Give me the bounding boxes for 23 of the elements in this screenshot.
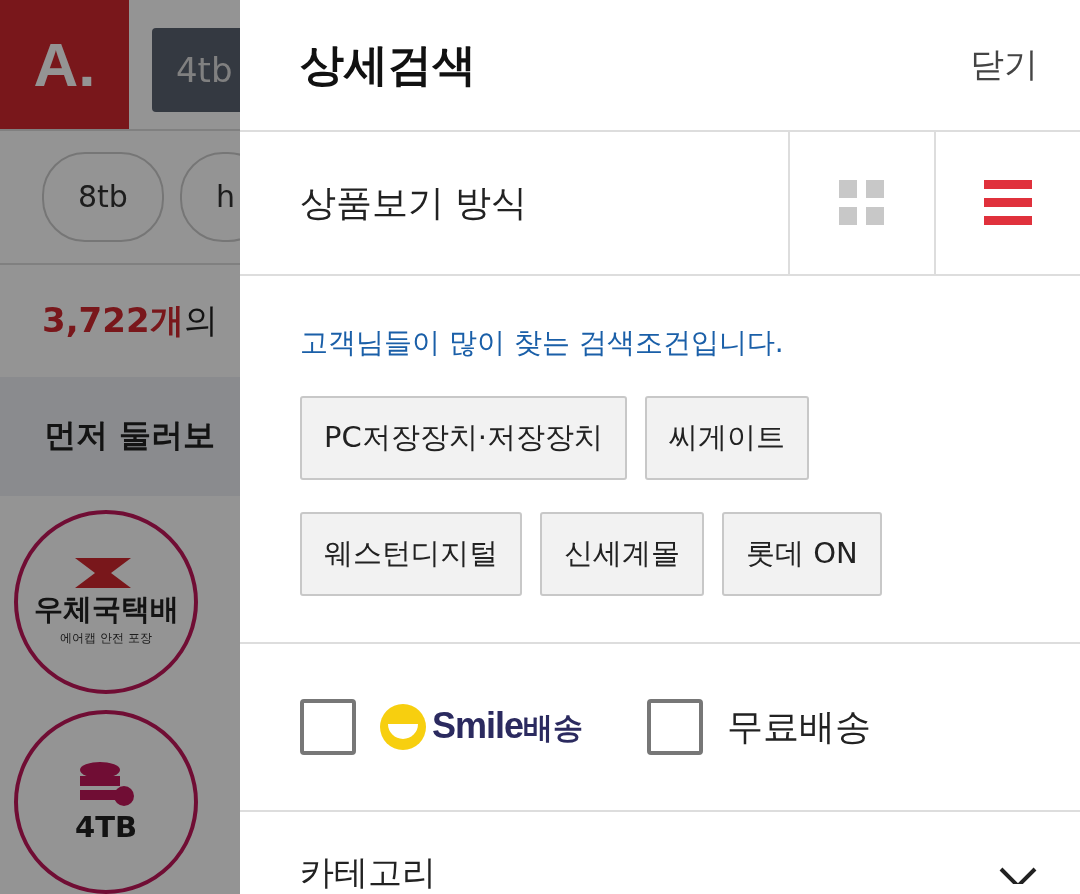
section-title: 먼저 둘러보 bbox=[0, 376, 240, 496]
keyword-chip[interactable]: 8tb bbox=[42, 152, 164, 242]
filter-chip[interactable]: 씨게이트 bbox=[644, 396, 809, 480]
badge-subtitle: 에어캡 안전 포장 bbox=[60, 630, 152, 648]
badge-title: 우체국택배 bbox=[33, 591, 179, 629]
option-label: 배송 bbox=[523, 709, 584, 747]
checkbox[interactable] bbox=[300, 699, 356, 755]
panel-title: 상세검색 bbox=[300, 37, 476, 92]
filter-chip[interactable]: 신세계몰 bbox=[540, 512, 704, 596]
hint-text: 고객님들이 많이 찾는 검색조건입니다. bbox=[300, 325, 785, 361]
badge-title: 4TB bbox=[74, 810, 138, 844]
site-logo[interactable]: A. bbox=[0, 0, 129, 130]
brand-name: Smile bbox=[432, 705, 524, 747]
option-label: 무료배송 bbox=[727, 704, 872, 749]
smile-icon bbox=[380, 704, 426, 750]
filter-chip[interactable]: 웨스턴디지털 bbox=[300, 512, 522, 596]
close-button[interactable]: 닫기 bbox=[970, 42, 1038, 88]
view-mode-label: 상품보기 방식 bbox=[299, 180, 529, 225]
result-count: 3,722개의 bbox=[41, 298, 219, 342]
category-label[interactable]: 카테고리 bbox=[300, 852, 436, 892]
filter-chip[interactable]: PC저장장치·저장장치 bbox=[300, 396, 627, 480]
checkbox[interactable] bbox=[647, 699, 704, 755]
filter-chip[interactable]: 롯데 ON bbox=[722, 512, 882, 596]
